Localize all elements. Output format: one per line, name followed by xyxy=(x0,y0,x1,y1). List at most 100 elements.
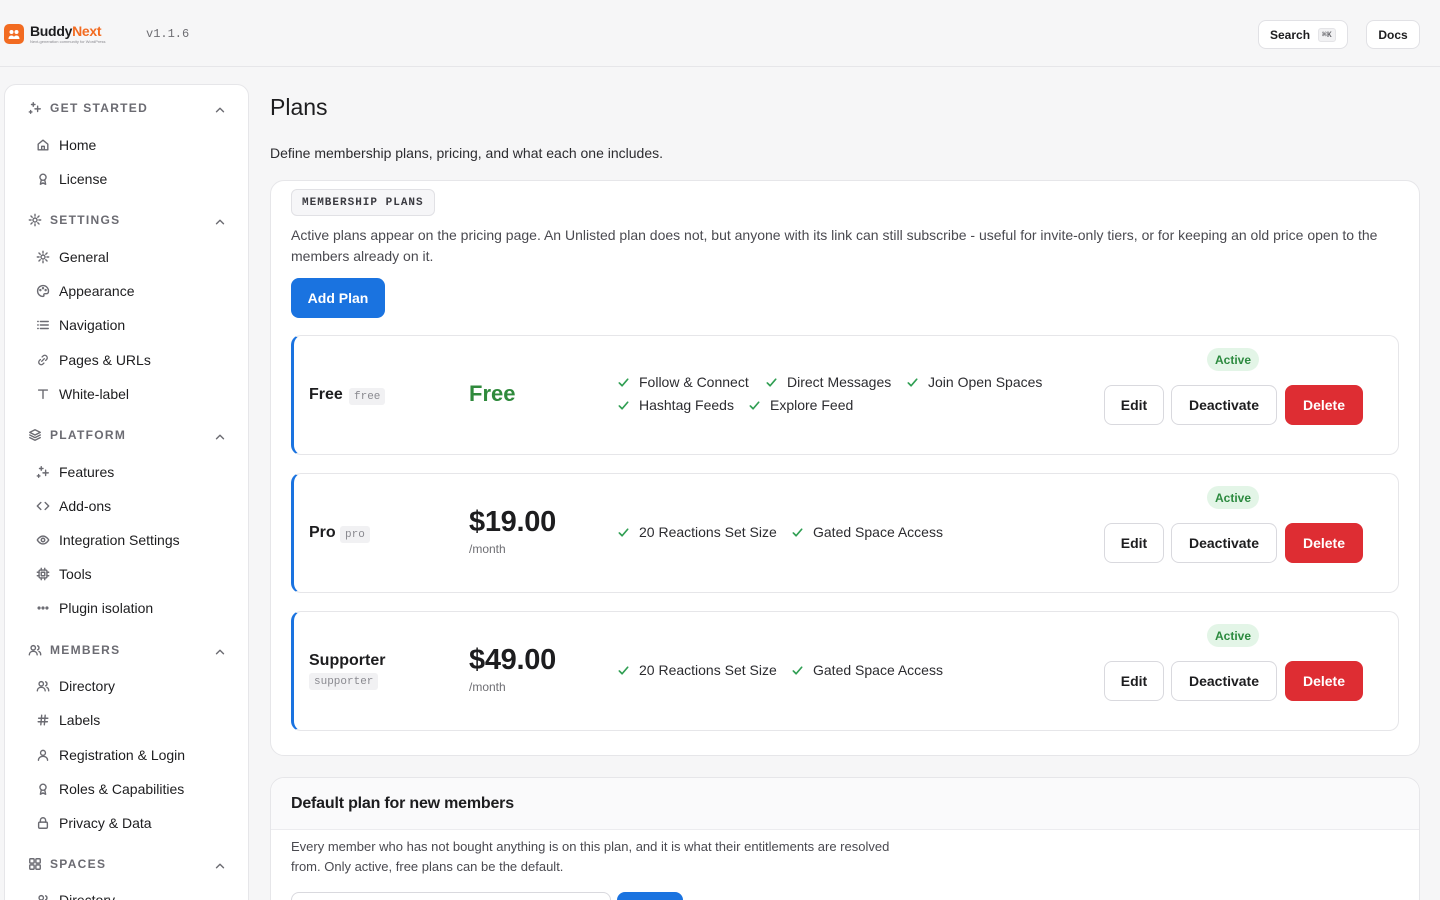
search-shortcut: ⌘K xyxy=(1318,27,1336,42)
chevron-up-icon xyxy=(212,644,227,659)
edit-plan-button[interactable]: Edit xyxy=(1104,385,1164,425)
sidebar-section-get-started[interactable]: GET STARTED xyxy=(27,98,227,118)
deactivate-plan-button[interactable]: Deactivate xyxy=(1171,661,1277,701)
membership-plans-card: MEMBERSHIP PLANS Active plans appear on … xyxy=(270,180,1420,756)
sidebar: GET STARTED Home License SETTINGS Genera… xyxy=(4,84,249,900)
lock-icon xyxy=(35,816,50,831)
sparkles-icon xyxy=(27,101,42,116)
status-badge: Active xyxy=(1207,624,1260,647)
plan-row-supporter: Supporter supporter $49.00 /month 20 Rea… xyxy=(291,611,1399,731)
default-plan-select[interactable] xyxy=(291,892,611,900)
palette-icon xyxy=(35,284,50,299)
sidebar-item-tools[interactable]: Tools xyxy=(35,562,235,586)
delete-plan-button[interactable]: Delete xyxy=(1285,661,1363,701)
sidebar-item-plugin-isolation[interactable]: Plugin isolation xyxy=(35,596,235,620)
version-label: v1.1.6 xyxy=(146,27,190,41)
check-icon xyxy=(618,377,629,387)
page-title: Plans xyxy=(270,94,328,120)
sidebar-section-members[interactable]: MEMBERS xyxy=(27,640,227,660)
default-plan-description: Every member who has not bought anything… xyxy=(291,839,890,874)
section-chip: MEMBERSHIP PLANS xyxy=(291,189,435,216)
chevron-up-icon xyxy=(212,429,227,444)
sidebar-section-platform[interactable]: PLATFORM xyxy=(27,425,227,445)
status-badge: Active xyxy=(1207,348,1260,371)
check-icon xyxy=(618,665,629,675)
eye-icon xyxy=(35,533,50,548)
default-plan-header: Default plan for new members xyxy=(271,778,1419,830)
sidebar-item-general[interactable]: General xyxy=(35,245,235,269)
award-icon xyxy=(35,782,50,797)
check-icon xyxy=(792,665,803,675)
plan-feature: Explore Feed xyxy=(748,397,853,413)
sidebar-item-white-label[interactable]: White-label xyxy=(35,382,235,406)
sidebar-item-navigation[interactable]: Navigation xyxy=(35,313,235,337)
check-icon xyxy=(749,400,760,410)
plan-name: Supporter xyxy=(309,652,386,669)
brand-tagline: Next-generation community for WordPress xyxy=(30,39,106,44)
sidebar-item-license[interactable]: License xyxy=(35,167,235,191)
docs-button[interactable]: Docs xyxy=(1366,20,1420,49)
check-icon xyxy=(766,377,777,387)
brand-logo[interactable]: BuddyNext Next-generation community for … xyxy=(4,24,106,44)
hash-icon xyxy=(35,713,50,728)
delete-plan-button[interactable]: Delete xyxy=(1285,523,1363,563)
sidebar-item-pages-urls[interactable]: Pages & URLs xyxy=(35,348,235,372)
sidebar-item-appearance[interactable]: Appearance xyxy=(35,279,235,303)
cpu-icon xyxy=(35,567,50,582)
gear-icon xyxy=(35,250,50,265)
chevron-up-icon xyxy=(212,102,227,117)
sidebar-item-directory[interactable]: Directory xyxy=(35,674,235,698)
edit-plan-button[interactable]: Edit xyxy=(1104,661,1164,701)
plan-feature: 20 Reactions Set Size xyxy=(617,524,777,540)
users-icon xyxy=(35,893,50,900)
add-plan-button[interactable]: Add Plan xyxy=(291,278,385,318)
plans-description: Active plans appear on the pricing page.… xyxy=(291,227,1378,264)
sidebar-item-privacy-data[interactable]: Privacy & Data xyxy=(35,811,235,835)
sidebar-item-add-ons[interactable]: Add-ons xyxy=(35,494,235,518)
sidebar-item-features[interactable]: Features xyxy=(35,460,235,484)
sidebar-item-registration-login[interactable]: Registration & Login xyxy=(35,743,235,767)
sidebar-section-spaces[interactable]: SPACES xyxy=(27,854,227,874)
sidebar-item-home[interactable]: Home xyxy=(35,133,235,157)
docs-label: Docs xyxy=(1378,27,1408,42)
check-icon xyxy=(618,527,629,537)
default-plan-title: Default plan for new members xyxy=(291,795,514,812)
plan-period: /month xyxy=(469,542,506,556)
plan-feature: 20 Reactions Set Size xyxy=(617,662,777,678)
plan-feature: Hashtag Feeds xyxy=(617,397,734,413)
chevron-up-icon xyxy=(212,858,227,873)
status-badge: Active xyxy=(1207,486,1260,509)
search-button[interactable]: Search ⌘K xyxy=(1258,20,1348,49)
check-icon xyxy=(792,527,803,537)
delete-plan-button[interactable]: Delete xyxy=(1285,385,1363,425)
plan-slug: supporter xyxy=(309,673,379,690)
plan-feature: Direct Messages xyxy=(765,374,891,390)
check-icon xyxy=(618,400,629,410)
grid-icon xyxy=(27,857,42,872)
edit-plan-button[interactable]: Edit xyxy=(1104,523,1164,563)
plan-feature: Join Open Spaces xyxy=(906,374,1042,390)
deactivate-plan-button[interactable]: Deactivate xyxy=(1171,385,1277,425)
sparkles-icon xyxy=(35,465,50,480)
sidebar-item-labels[interactable]: Labels xyxy=(35,708,235,732)
plan-feature: Follow & Connect xyxy=(617,374,749,390)
top-bar: BuddyNext Next-generation community for … xyxy=(0,0,1440,67)
sidebar-item-roles-capabilities[interactable]: Roles & Capabilities xyxy=(35,777,235,801)
plan-row-pro: Pro pro $19.00 /month 20 Reactions Set S… xyxy=(291,473,1399,593)
sidebar-section-settings[interactable]: SETTINGS xyxy=(27,210,227,230)
brand-name: BuddyNext xyxy=(30,23,102,39)
save-default-plan-button[interactable] xyxy=(617,892,683,900)
deactivate-plan-button[interactable]: Deactivate xyxy=(1171,523,1277,563)
plan-name: Pro xyxy=(309,524,336,541)
layers-icon xyxy=(27,428,42,443)
users-icon xyxy=(27,643,42,658)
link-icon xyxy=(35,353,50,368)
sidebar-item-integration-settings[interactable]: Integration Settings xyxy=(35,528,235,552)
check-icon xyxy=(907,377,918,387)
sidebar-item-spaces-directory[interactable]: Directory xyxy=(35,888,235,900)
list-icon xyxy=(35,318,50,333)
search-label: Search xyxy=(1270,27,1311,42)
dots-icon xyxy=(35,601,50,616)
default-plan-card: Default plan for new members Every membe… xyxy=(270,777,1420,900)
user-icon xyxy=(35,748,50,763)
